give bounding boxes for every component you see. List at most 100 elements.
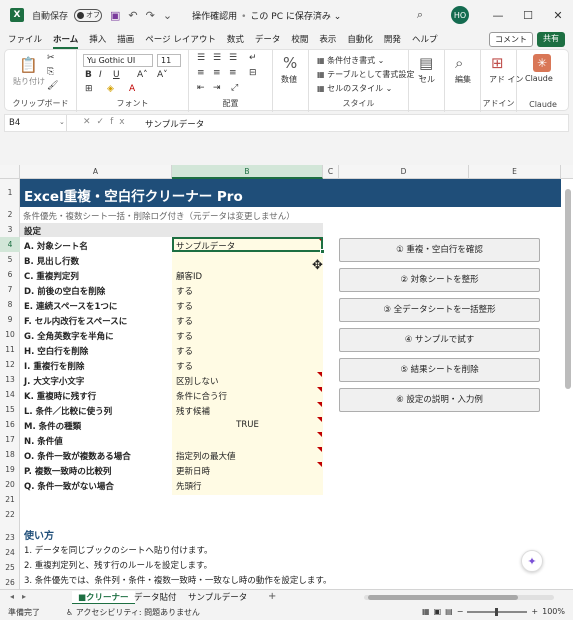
font-grow-icon[interactable]: A˄ <box>137 70 148 80</box>
fill-handle[interactable] <box>320 249 325 254</box>
setting-value-cell[interactable]: する <box>176 360 193 372</box>
sheet-tab-cleaner[interactable]: ■クリーナー <box>72 591 135 605</box>
merge-cells-icon[interactable]: ⊟ <box>249 68 257 78</box>
avatar[interactable]: HO <box>451 6 469 24</box>
setting-value-cell[interactable]: する <box>176 345 193 357</box>
zoom-level[interactable]: 100% <box>542 607 565 616</box>
check-duplicates-button[interactable]: ① 重複・空白行を確認 <box>339 238 540 262</box>
close-icon[interactable]: ✕ <box>543 9 573 22</box>
setting-value-cell[interactable]: 残す候補 <box>176 405 210 417</box>
row-header[interactable]: 17 <box>0 432 20 447</box>
row-header[interactable]: 19 <box>0 462 20 477</box>
copy-icon[interactable]: ⎘ <box>47 67 54 77</box>
row-header[interactable]: 12 <box>0 357 20 372</box>
tab-data[interactable]: データ <box>255 33 281 45</box>
col-header-e[interactable]: E <box>469 165 561 179</box>
sheet-tab-data-paste[interactable]: データ貼付 <box>128 591 183 603</box>
zoom-out-icon[interactable]: − <box>457 607 464 616</box>
name-box-dropdown-icon[interactable]: ⌄ <box>59 118 65 126</box>
find-icon[interactable]: ⌕ <box>455 54 463 72</box>
search-icon[interactable]: ⌕ <box>417 8 423 22</box>
row-header[interactable]: 11 <box>0 342 20 357</box>
row-header[interactable]: 7 <box>0 282 20 297</box>
tab-developer[interactable]: 開発 <box>384 33 401 45</box>
row-header[interactable]: 18 <box>0 447 20 462</box>
comment-indicator[interactable] <box>317 462 322 467</box>
align-bottom-icon[interactable]: ☰ <box>229 53 237 63</box>
comment-indicator[interactable] <box>317 417 322 422</box>
redo-icon[interactable]: ↷ <box>146 9 155 22</box>
row-header[interactable]: 22 <box>0 507 20 522</box>
comment-indicator[interactable] <box>317 387 322 392</box>
setting-value-cell[interactable]: する <box>176 300 193 312</box>
font-size-select[interactable]: 11 <box>157 54 181 67</box>
claude-button-label[interactable]: Claude <box>525 74 553 83</box>
underline-button[interactable]: U <box>113 70 120 80</box>
bold-button[interactable]: B <box>85 70 92 80</box>
tab-insert[interactable]: 挿入 <box>89 33 106 45</box>
font-shrink-icon[interactable]: A˅ <box>157 70 168 80</box>
select-all-corner[interactable] <box>0 165 20 179</box>
row-header[interactable]: 13 <box>0 372 20 387</box>
cell-style-button[interactable]: ▦ セルのスタイル ⌄ <box>317 83 392 94</box>
number-format-label[interactable]: 数値 <box>281 74 297 85</box>
add-sheet-icon[interactable]: + <box>268 591 276 602</box>
horizontal-scrollbar[interactable] <box>364 595 554 600</box>
formula-input[interactable]: サンプルデータ <box>145 118 204 130</box>
row-header[interactable]: 1 <box>0 179 20 207</box>
view-page-layout-icon[interactable]: ▣ <box>434 607 442 616</box>
italic-button[interactable]: I <box>99 70 102 80</box>
row-header[interactable]: 2 <box>0 207 20 222</box>
row-header[interactable]: 9 <box>0 312 20 327</box>
spreadsheet-grid[interactable]: A B C D E 1 2 3 4 5 6 7 8 9 10 11 12 13 … <box>0 165 573 590</box>
paste-icon[interactable]: 📋 <box>19 56 38 74</box>
row-header[interactable]: 10 <box>0 327 20 342</box>
row-header[interactable]: 6 <box>0 267 20 282</box>
col-header-c[interactable]: C <box>323 165 339 179</box>
align-left-icon[interactable]: ≡ <box>197 68 205 78</box>
align-center-icon[interactable]: ≡ <box>213 68 221 78</box>
view-normal-icon[interactable]: ▦ <box>422 607 430 616</box>
orientation-icon[interactable]: ⤢ <box>231 83 238 93</box>
row-header[interactable]: 15 <box>0 402 20 417</box>
setting-value-cell[interactable]: 更新日時 <box>176 465 210 477</box>
setting-value-cell[interactable]: 区別しない <box>176 375 219 387</box>
zoom-slider[interactable] <box>467 607 528 616</box>
formula-icons[interactable]: ✕✓fx <box>83 117 131 127</box>
tab-formulas[interactable]: 数式 <box>227 33 244 45</box>
row-header[interactable]: 3 <box>0 222 20 237</box>
tab-file[interactable]: ファイル <box>8 33 42 45</box>
tab-automate[interactable]: 自動化 <box>347 33 373 45</box>
format-painter-icon[interactable]: 🖌 <box>47 81 58 91</box>
view-page-break-icon[interactable]: ▤ <box>445 607 453 616</box>
col-header-b[interactable]: B <box>172 165 323 179</box>
table-format-button[interactable]: ▦ テーブルとして書式設定 ⌄ <box>317 69 424 80</box>
fill-color-icon[interactable]: ◈ <box>107 84 114 94</box>
row-header[interactable]: 8 <box>0 297 20 312</box>
percent-icon[interactable]: % <box>283 54 297 72</box>
cells-label[interactable]: セル <box>419 74 435 85</box>
align-middle-icon[interactable]: ☰ <box>213 53 221 63</box>
cut-icon[interactable]: ✂ <box>47 53 55 63</box>
setting-value-cell[interactable]: する <box>176 315 193 327</box>
tab-home[interactable]: ホーム <box>53 33 79 49</box>
row-header[interactable]: 14 <box>0 387 20 402</box>
border-icon[interactable]: ⊞ <box>85 84 93 94</box>
sheet-nav-arrows[interactable]: ◂▸ <box>10 592 34 601</box>
active-cell-b4[interactable] <box>172 237 323 252</box>
tab-view[interactable]: 表示 <box>319 33 336 45</box>
zoom-in-icon[interactable]: + <box>531 607 538 616</box>
row-header[interactable]: 4 <box>0 237 20 252</box>
maximize-icon[interactable]: ☐ <box>513 9 543 22</box>
delete-result-sheet-button[interactable]: ⑤ 結果シートを削除 <box>339 358 540 382</box>
comment-indicator[interactable] <box>317 447 322 452</box>
addins-icon[interactable]: ⊞ <box>491 54 504 72</box>
row-header[interactable]: 21 <box>0 492 20 507</box>
zoom-slider-knob[interactable] <box>495 607 499 616</box>
copilot-icon[interactable]: ✦ <box>521 550 543 572</box>
tab-help[interactable]: ヘルプ <box>412 33 438 45</box>
autosave-toggle[interactable]: オフ <box>74 8 103 22</box>
setting-value-cell[interactable]: 条件に合う行 <box>176 390 227 402</box>
editing-label[interactable]: 編集 <box>455 74 471 85</box>
claude-icon[interactable]: ✳ <box>533 54 551 72</box>
